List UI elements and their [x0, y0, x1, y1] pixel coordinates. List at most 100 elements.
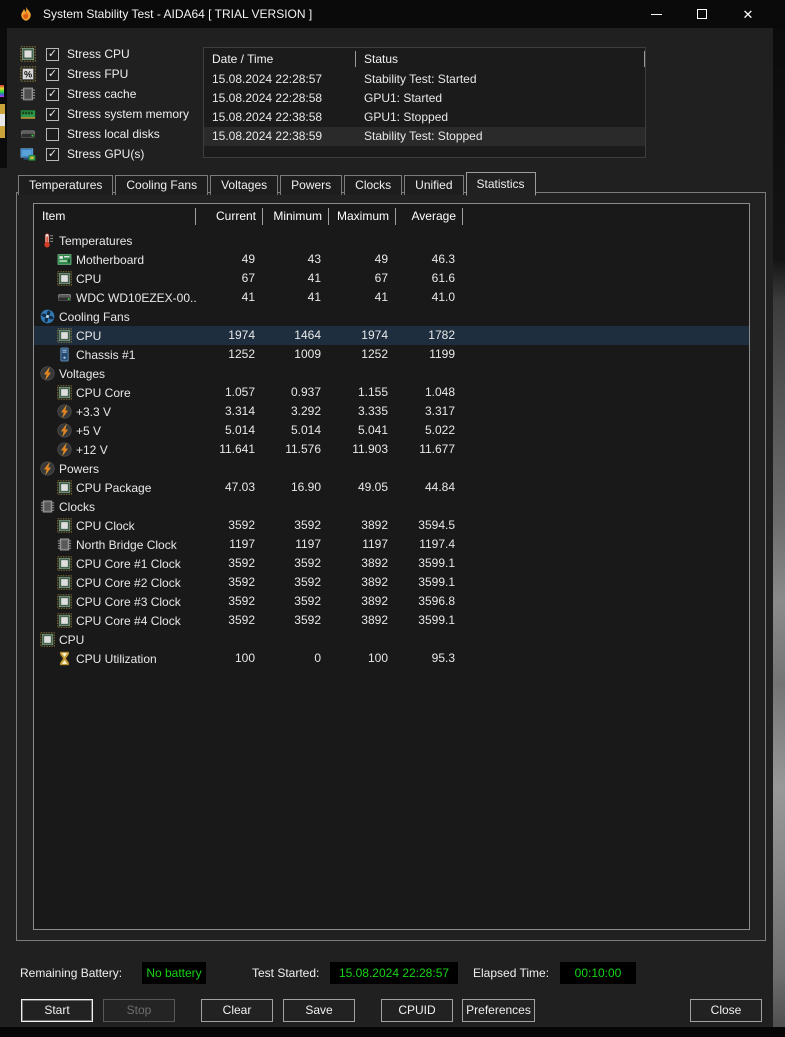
stats-item-cell: Motherboard [34, 252, 196, 267]
stats-value-cell: 3594.5 [418, 518, 455, 532]
stats-item-label: CPU [76, 328, 102, 343]
tab-unified[interactable]: Unified [404, 175, 464, 195]
close-button[interactable]: Close [690, 999, 762, 1022]
stats-row-cpu-core-1-clock[interactable]: CPU Core #1 Clock 3592 3592 3892 3599.1 [34, 554, 749, 573]
close-window-button[interactable]: ✕ [725, 0, 771, 28]
tab-voltages[interactable]: Voltages [210, 175, 279, 195]
stats-value-cell: 3.317 [424, 404, 455, 418]
save-button[interactable]: Save [283, 999, 355, 1022]
disk-icon [57, 290, 72, 305]
tab-powers[interactable]: Powers [280, 175, 343, 195]
checkbox-stress-local-disks[interactable] [46, 127, 59, 141]
test-started-label: Test Started: [252, 966, 320, 980]
log-cell: 15.08.2024 22:28:58 [212, 91, 323, 105]
statistics-table-header: Item Current Minimum Maximum Average [34, 204, 749, 228]
stats-row-cpu-core[interactable]: CPU Core 1.057 0.937 1.155 1.048 [34, 383, 749, 402]
tab-cooling-fans[interactable]: Cooling Fans [115, 175, 209, 195]
stats-item-label: CPU Core [76, 385, 131, 400]
stats-row-cpu[interactable]: CPU 1974 1464 1974 1782 [34, 326, 749, 345]
stats-row-cpu-core-3-clock[interactable]: CPU Core #3 Clock 3592 3592 3892 3596.8 [34, 592, 749, 611]
log-row[interactable]: 15.08.2024 22:38:58 GPU1: Stopped [204, 108, 645, 127]
stats-group-temperatures[interactable]: Temperatures [34, 231, 749, 250]
stats-item-label: +3.3 V [76, 404, 112, 419]
chip-icon [57, 537, 72, 552]
stress-option-stress-cpu[interactable]: ✓ Stress CPU [20, 44, 200, 64]
checkbox-stress-fpu[interactable]: ✓ [46, 67, 59, 81]
stats-value-cell: 11.576 [285, 442, 321, 456]
stats-column-header-current[interactable]: Current [196, 204, 263, 228]
stats-item-label: CPU Core #4 Clock [76, 613, 181, 628]
stress-option-stress-fpu[interactable]: % ✓ Stress FPU [20, 64, 200, 84]
stats-item-label: CPU Core #1 Clock [76, 556, 181, 571]
stats-item-cell: CPU [34, 632, 196, 647]
stress-option-stress-gpu-s[interactable]: ✓ Stress GPU(s) [20, 144, 200, 164]
log-row[interactable]: 15.08.2024 22:28:58 GPU1: Started [204, 89, 645, 108]
stats-row-cpu-clock[interactable]: CPU Clock 3592 3592 3892 3594.5 [34, 516, 749, 535]
stats-row-12-v[interactable]: +12 V 11.641 11.576 11.903 11.677 [34, 440, 749, 459]
stats-column-header-minimum[interactable]: Minimum [263, 204, 329, 228]
stats-column-header-maximum[interactable]: Maximum [329, 204, 396, 228]
stats-item-cell: CPU [34, 271, 196, 286]
stats-item-label: CPU Package [76, 480, 152, 495]
log-cell: Stability Test: Stopped [364, 129, 483, 143]
stats-row-cpu-utilization[interactable]: CPU Utilization 100 0 100 95.3 [34, 649, 749, 668]
clear-button[interactable]: Clear [201, 999, 273, 1022]
stats-group-cpu[interactable]: CPU [34, 630, 749, 649]
cpu-icon [20, 46, 37, 62]
minimize-button[interactable] [633, 0, 679, 28]
status-bar: Remaining Battery: No battery Test Start… [0, 962, 785, 986]
stats-row-cpu[interactable]: CPU 67 41 67 61.6 [34, 269, 749, 288]
stats-item-label: CPU Core #2 Clock [76, 575, 181, 590]
stats-row-cpu-core-4-clock[interactable]: CPU Core #4 Clock 3592 3592 3892 3599.1 [34, 611, 749, 630]
stress-option-stress-system-memory[interactable]: ✓ Stress system memory [20, 104, 200, 124]
stats-group-clocks[interactable]: Clocks [34, 497, 749, 516]
tab-temperatures[interactable]: Temperatures [18, 175, 114, 195]
log-cell: GPU1: Started [364, 91, 443, 105]
stats-row-3-3-v[interactable]: +3.3 V 3.314 3.292 3.335 3.317 [34, 402, 749, 421]
chassis-icon [57, 347, 72, 362]
stats-item-cell: +3.3 V [34, 404, 196, 419]
stats-column-header-item[interactable]: Item [34, 204, 196, 228]
checkbox-stress-system-memory[interactable]: ✓ [46, 107, 59, 121]
stats-row-wdc-wd10ezex-00[interactable]: WDC WD10EZEX-00... 41 41 41 41.0 [34, 288, 749, 307]
log-row[interactable]: 15.08.2024 22:28:57 Stability Test: Start… [204, 70, 645, 89]
stats-item-cell: North Bridge Clock [34, 537, 196, 552]
stats-item-label: CPU [76, 271, 102, 286]
cpuid-button[interactable]: CPUID [381, 999, 453, 1022]
stats-row-5-v[interactable]: +5 V 5.014 5.014 5.041 5.022 [34, 421, 749, 440]
stats-group-voltages[interactable]: Voltages [34, 364, 749, 383]
tab-statistics[interactable]: Statistics [465, 172, 536, 196]
stress-options: ✓ Stress CPU% ✓ Stress FPU ✓ Stress cache ✓ Str… [20, 44, 200, 164]
log-cell: Stability Test: Started [364, 72, 477, 86]
checkbox-stress-gpu-s[interactable]: ✓ [46, 147, 59, 161]
stats-header-filler [463, 204, 749, 228]
stats-item-label: WDC WD10EZEX-00... [76, 290, 196, 305]
stats-row-chassis-1[interactable]: Chassis #1 1252 1009 1252 1199 [34, 345, 749, 364]
hourglass-icon [57, 651, 72, 666]
stats-group-cooling-fans[interactable]: Cooling Fans [34, 307, 749, 326]
log-row[interactable]: 15.08.2024 22:38:59 Stability Test: Stopp… [204, 127, 645, 146]
checkbox-stress-cpu[interactable]: ✓ [46, 47, 59, 61]
tab-clocks[interactable]: Clocks [344, 175, 403, 195]
stats-item-label: +5 V [76, 423, 102, 438]
cpu-icon [40, 632, 55, 647]
stats-row-motherboard[interactable]: Motherboard 49 43 49 46.3 [34, 250, 749, 269]
stats-column-header-average[interactable]: Average [396, 204, 463, 228]
preferences-button[interactable]: Preferences [462, 999, 535, 1022]
stats-group-powers[interactable]: Powers [34, 459, 749, 478]
memory-icon [20, 106, 37, 122]
stats-value-cell: 11.641 [219, 442, 255, 456]
start-button[interactable]: Start [21, 999, 93, 1022]
event-log-header: Date / Time Status [204, 48, 645, 70]
bolt-icon [57, 442, 72, 457]
stress-option-stress-local-disks[interactable]: Stress local disks [20, 124, 200, 144]
log-cell: 15.08.2024 22:38:58 [212, 110, 323, 124]
maximize-button[interactable] [679, 0, 725, 28]
stats-row-cpu-core-2-clock[interactable]: CPU Core #2 Clock 3592 3592 3892 3599.1 [34, 573, 749, 592]
checkbox-stress-cache[interactable]: ✓ [46, 87, 59, 101]
stats-row-cpu-package[interactable]: CPU Package 47.03 16.90 49.05 44.84 [34, 478, 749, 497]
stats-value-cell: 3.292 [290, 404, 321, 418]
stats-row-north-bridge-clock[interactable]: North Bridge Clock 1197 1197 1197 1197.4 [34, 535, 749, 554]
stats-item-cell: +5 V [34, 423, 196, 438]
stress-option-stress-cache[interactable]: ✓ Stress cache [20, 84, 200, 104]
